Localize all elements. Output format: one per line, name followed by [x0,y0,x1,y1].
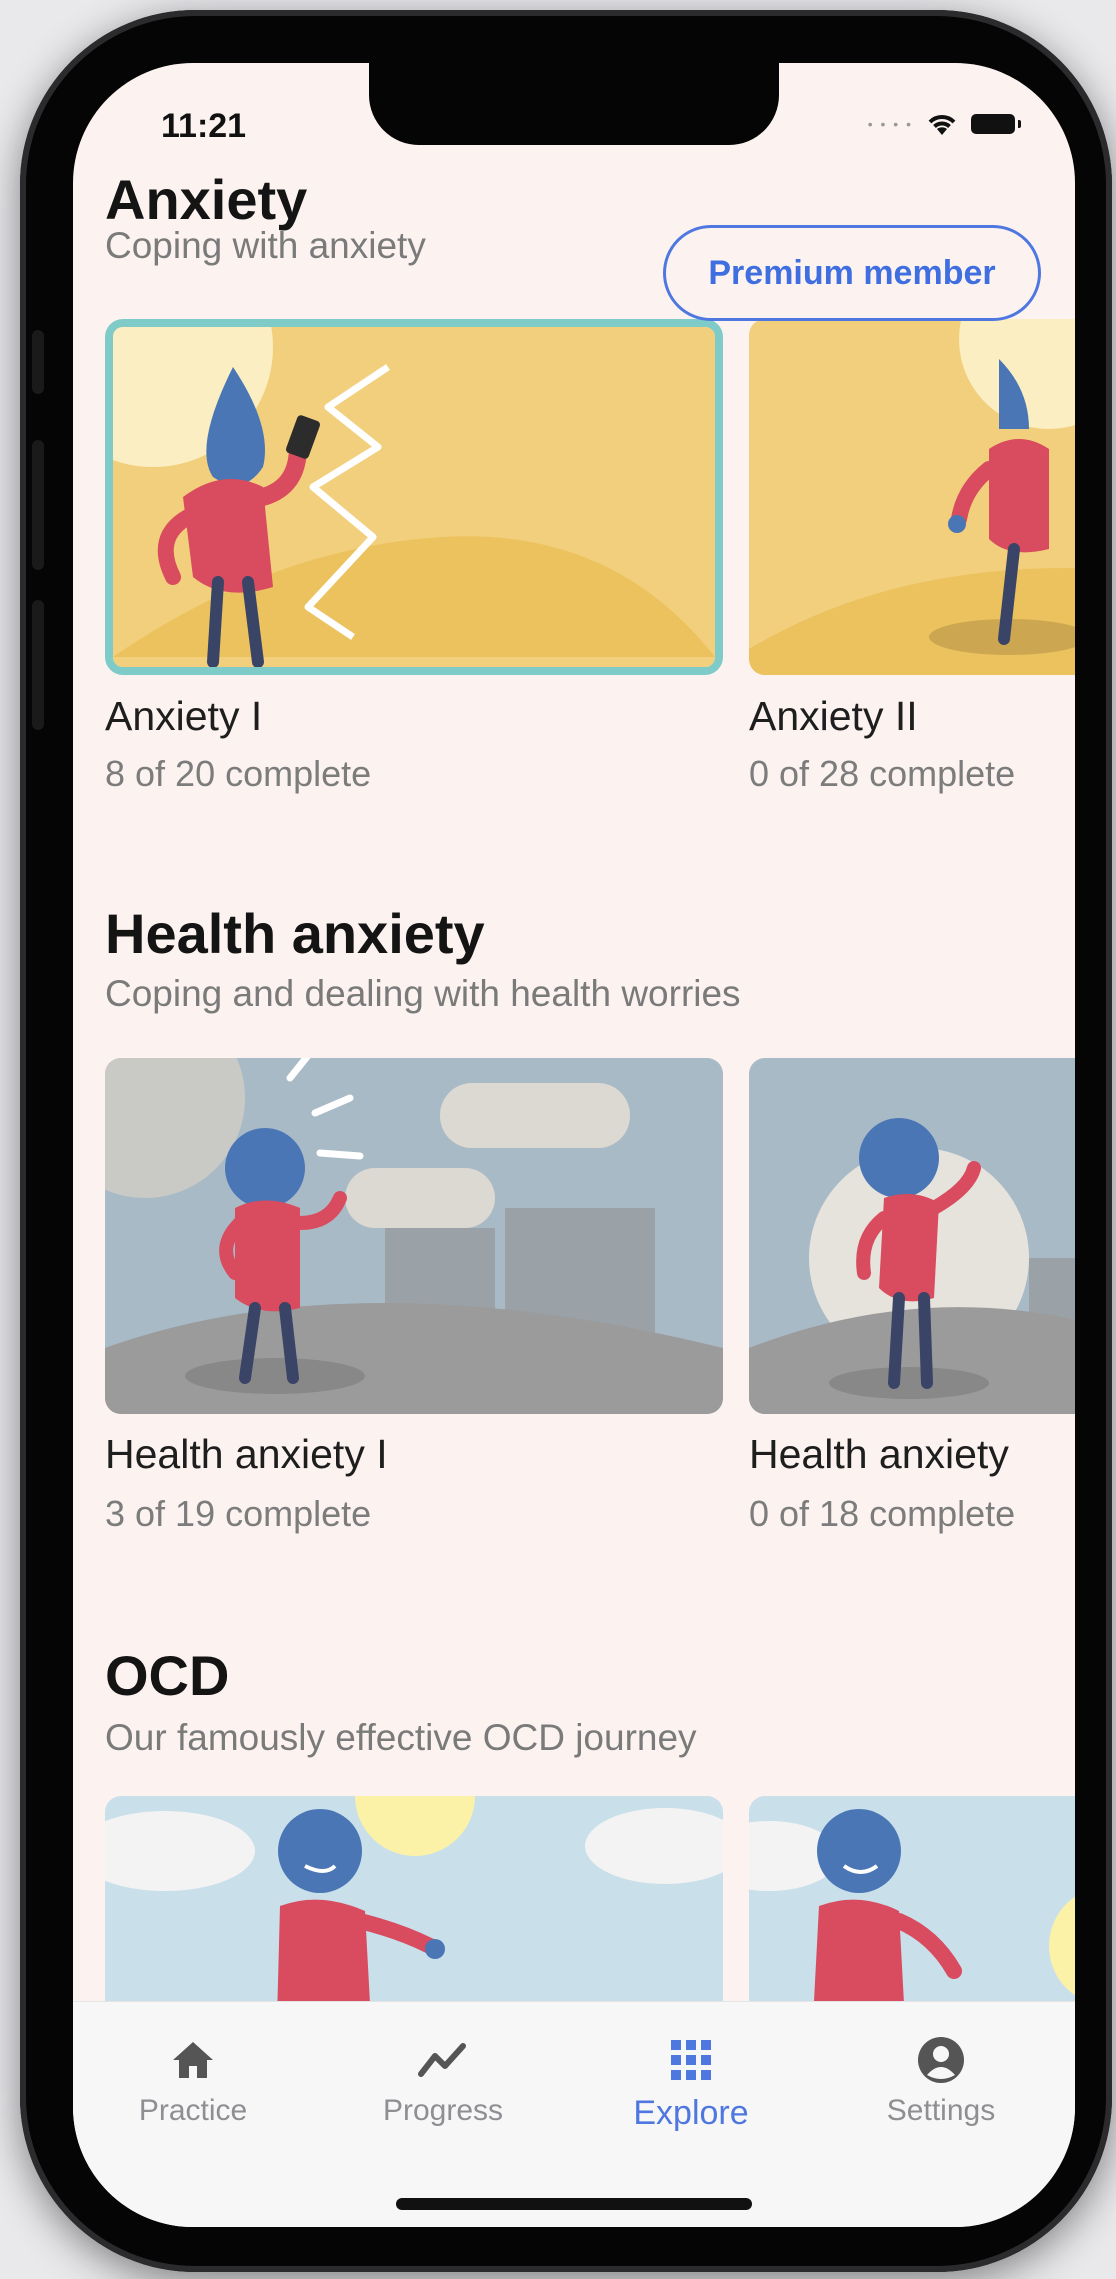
tab-label: Progress [382,2094,504,2127]
course-card-progress: 3 of 19 complete [105,1493,372,1534]
course-card-anxiety-1[interactable] [105,319,723,675]
course-card-health-anxiety-2[interactable] [749,1058,1075,1414]
home-indicator[interactable] [396,2198,752,2210]
signal-icon: • • • • [867,116,913,132]
section-health-anxiety: Health anxiety Coping and dealing with h… [105,901,1075,1021]
tab-label: Explore [633,2094,749,2132]
course-card-health-anxiety-1[interactable] [105,1058,723,1414]
course-card-title: Health anxiety [749,1431,1009,1477]
course-card-title: Anxiety II [749,693,918,739]
health-anxiety-illustration [105,1058,723,1414]
section-title: Health anxiety [105,902,485,965]
explore-scroll-content[interactable]: Anxiety Coping with anxiety Premium memb… [73,63,1075,2227]
course-card-progress: 8 of 20 complete [105,753,372,794]
home-icon [165,2032,221,2088]
premium-member-button[interactable]: Premium member [663,225,1041,321]
health-anxiety-ii-illustration [749,1058,1075,1414]
notch [369,63,779,145]
app-screen: 11:21 • • • • Anxiety Coping with anxiet… [73,63,1075,2227]
section-title: Anxiety [105,168,308,231]
bottom-tab-bar: Practice Progress Explore Settings [73,2001,1075,2227]
section-title: OCD [105,1644,230,1707]
volume-down-button [32,600,44,730]
battery-icon [971,114,1021,134]
section-subtitle: Coping and dealing with health worries [105,973,741,1014]
tab-explore[interactable]: Explore [591,2032,791,2133]
course-card-title: Anxiety I [105,693,263,739]
tab-settings[interactable]: Settings [841,2032,1041,2128]
course-card-title: Health anxiety I [105,1431,388,1477]
tab-progress[interactable]: Progress [343,2032,543,2128]
course-card-progress: 0 of 18 complete [749,1493,1016,1534]
volume-up-button [32,440,44,570]
anxiety-illustration [113,327,715,667]
status-icons: • • • • [867,109,1021,139]
tab-practice[interactable]: Practice [93,2032,293,2128]
section-ocd: OCD Our famously effective OCD journey [105,1643,1075,1763]
section-subtitle: Coping with anxiety [105,225,426,266]
course-card-anxiety-2[interactable] [749,319,1075,675]
tab-label: Practice [138,2094,248,2127]
status-time: 11:21 [161,107,247,145]
tab-label: Settings [886,2094,996,2127]
grid-icon [663,2032,719,2088]
anxiety-ii-illustration [749,319,1075,675]
mute-switch [32,330,44,394]
user-circle-icon [913,2032,969,2088]
course-card-progress: 0 of 28 complete [749,753,1016,794]
wifi-icon [928,115,956,135]
section-subtitle: Our famously effective OCD journey [105,1717,697,1758]
chart-line-icon [415,2032,471,2088]
